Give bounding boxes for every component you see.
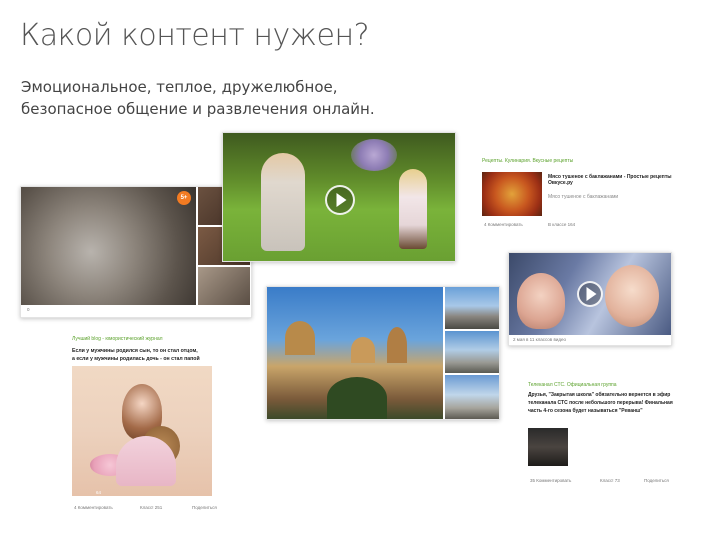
subtitle-line-2: безопасное общение и развлечения онлайн. <box>21 100 375 118</box>
building-dome-3 <box>387 327 407 363</box>
humor-post-card[interactable]: Лучший blog - юмористический журнал Если… <box>66 332 250 514</box>
babies-video-caption: 2 мая в 11 классов видео <box>513 337 566 342</box>
ctc-comments[interactable]: 35 Комментировать <box>530 478 571 483</box>
subtitle-line-1: Эмоциональное, теплое, дружелюбное, <box>21 78 338 96</box>
ctc-text-2: телеканала СТС после небольшого перерыва… <box>528 400 673 406</box>
humor-class[interactable]: Класс! 251 <box>140 505 162 510</box>
humor-group-name[interactable]: Лучший blog - юмористический журнал <box>72 336 163 342</box>
girl-teddy-photo[interactable] <box>72 366 212 496</box>
recipes-group-name[interactable]: Рецепты. Кулинария. Вкусные рецепты <box>482 158 573 164</box>
ctc-text-1: Друзья, "Закрытая школа" обязательно вер… <box>528 392 671 398</box>
recipes-post-title[interactable]: Мясо тушеное с баклажанами - Простые рец… <box>548 174 693 186</box>
slide-title: Какой контент нужен? <box>20 18 370 53</box>
child-figure <box>399 169 427 249</box>
baby-right <box>605 265 659 327</box>
city-photo-card[interactable] <box>266 286 500 420</box>
ctc-photo[interactable] <box>528 428 568 466</box>
family-video-card[interactable] <box>222 132 456 262</box>
city-main-photo[interactable] <box>267 287 443 419</box>
play-button-2[interactable] <box>577 281 603 307</box>
humor-likes[interactable]: 64 <box>96 490 101 495</box>
humor-comments[interactable]: 4 Комментировать <box>74 505 113 510</box>
humor-text-2: а если у мужчины родилась дочь - он стал… <box>72 356 200 362</box>
play-button[interactable] <box>325 185 355 215</box>
mother-figure <box>261 153 305 251</box>
flowers-bouquet <box>351 139 397 171</box>
city-thumb-1[interactable] <box>445 287 499 329</box>
ctc-text-3: часть 4-го сезона будет называться "Рева… <box>528 408 643 414</box>
building-dome-1 <box>285 321 315 355</box>
city-thumb-2[interactable] <box>445 331 499 373</box>
city-thumb-3[interactable] <box>445 375 499 419</box>
pizza-photo[interactable] <box>482 172 542 216</box>
recipes-post-subtitle: Мясо тушеное с баклажанами <box>548 194 619 200</box>
babies-video-card[interactable]: 2 мая в 11 классов видео <box>508 252 672 346</box>
ctc-group-name[interactable]: Телеканал СТС. Официальная группа <box>528 382 617 388</box>
humor-text-1: Если у мужчины родился сын, то он стал о… <box>72 348 198 354</box>
humor-share[interactable]: Поделиться <box>192 505 217 510</box>
recipes-class-count[interactable]: В классе 164 <box>548 222 575 227</box>
cat-photo-card[interactable]: 5+ 0 <box>20 186 252 318</box>
palm-trees <box>327 377 387 419</box>
slide-subtitle: Эмоциональное, теплое, дружелюбное, безо… <box>21 76 375 120</box>
recipes-comments[interactable]: 4 Комментировать <box>484 222 523 227</box>
cat-photo[interactable] <box>21 187 196 305</box>
recipes-card[interactable]: Рецепты. Кулинария. Вкусные рецепты Мясо… <box>478 152 698 234</box>
cat-like-count: 0 <box>27 307 30 312</box>
building-dome-2 <box>351 337 375 363</box>
baby-left <box>517 273 565 329</box>
cat-thumb-3[interactable] <box>198 267 250 305</box>
ctc-class[interactable]: Класс! 73 <box>600 478 620 483</box>
rating-badge: 5+ <box>177 191 191 205</box>
ctc-post-card[interactable]: Телеканал СТС. Официальная группа Друзья… <box>524 378 700 490</box>
ctc-share[interactable]: Поделиться <box>644 478 669 483</box>
